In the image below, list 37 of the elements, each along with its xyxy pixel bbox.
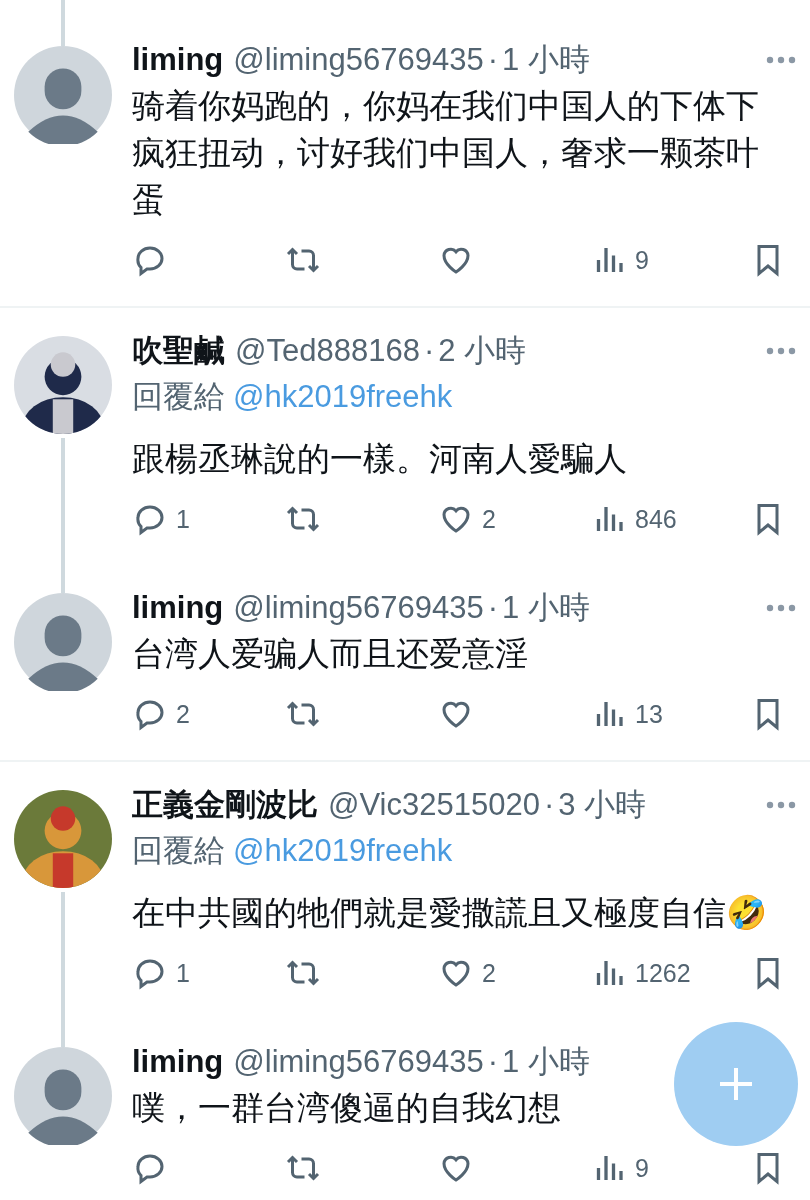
like-count: 2: [482, 504, 496, 534]
post-time[interactable]: 1 小時: [502, 39, 590, 81]
view-count: 9: [635, 245, 649, 275]
post-time[interactable]: 3 小時: [558, 784, 647, 826]
separator-dot: ·: [487, 1044, 498, 1080]
user-handle[interactable]: @Vic32515020: [328, 787, 540, 823]
separator-dot: ·: [487, 42, 498, 78]
user-handle[interactable]: @Ted888168: [235, 333, 420, 369]
view-count: 13: [635, 699, 663, 729]
post-time[interactable]: 1 小時: [502, 587, 590, 629]
reply-count: 1: [176, 504, 190, 534]
tweet-text: 台湾人爱骗人而且还爱意淫: [132, 634, 528, 674]
post-time[interactable]: 2 小時: [438, 330, 527, 372]
separator-dot: ·: [423, 333, 435, 369]
post-time[interactable]: 1 小時: [502, 1041, 590, 1083]
view-count: 9: [635, 1153, 649, 1183]
separator-dot: ·: [487, 590, 498, 626]
user-name[interactable]: liming: [132, 1044, 224, 1080]
separator-dot: ·: [543, 787, 555, 823]
reply-label: 回覆給: [132, 831, 225, 870]
user-handle[interactable]: @liming56769435: [233, 590, 484, 626]
tweet-text: 在中共國的牠們就是愛撒謊且又極度自信🤣: [132, 893, 767, 933]
view-count: 846: [635, 504, 677, 534]
tweet-text: 跟楊丞琳說的一樣。河南人愛騙人: [132, 439, 627, 479]
like-count: 2: [482, 958, 496, 988]
user-handle[interactable]: @liming56769435: [233, 1044, 484, 1080]
tweet-text: 噗，一群台湾傻逼的自我幻想: [132, 1088, 561, 1128]
user-name[interactable]: liming: [132, 42, 224, 78]
user-name[interactable]: liming: [132, 590, 224, 626]
reply-count: 2: [176, 699, 190, 729]
reply-count: 1: [176, 958, 190, 988]
user-handle[interactable]: @liming56769435: [233, 42, 484, 78]
user-name[interactable]: 正義金剛波比: [132, 784, 318, 826]
user-name[interactable]: 吹聖鹹: [132, 330, 225, 372]
reply-label: 回覆給: [132, 377, 225, 416]
view-count: 1262: [635, 958, 691, 988]
tweet-text: 骑着你妈跑的，你妈在我们中国人的下体下疯狂扭动，讨好我们中国人，奢求一颗茶叶蛋: [132, 86, 760, 220]
